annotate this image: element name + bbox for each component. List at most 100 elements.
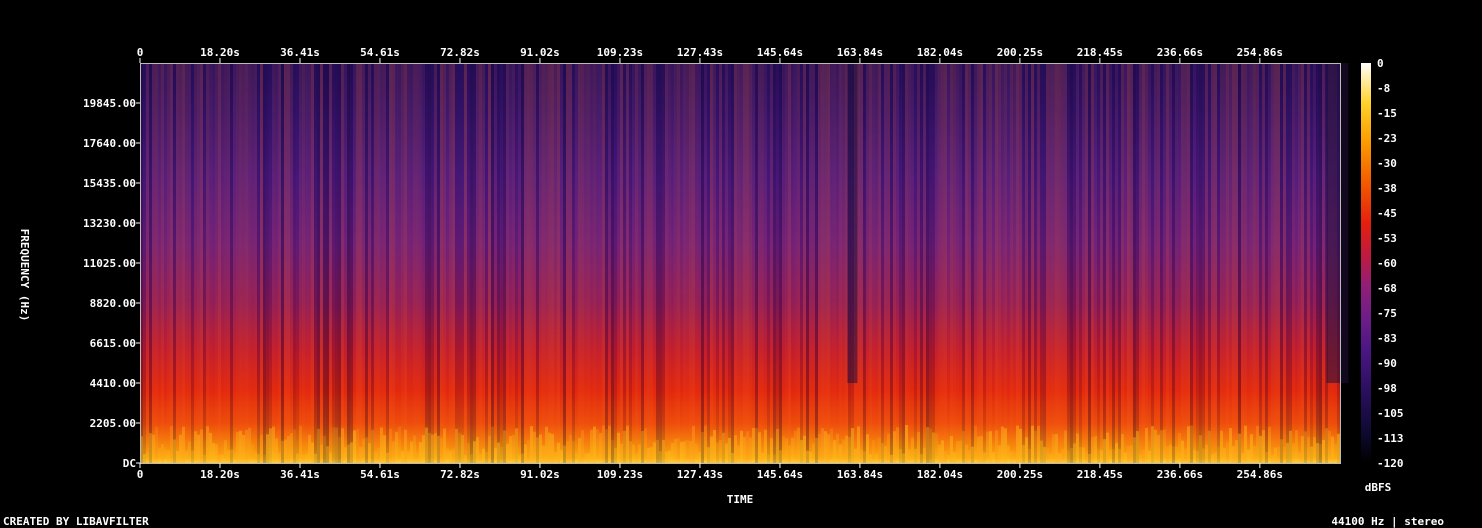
spectrogram-column (260, 63, 263, 463)
spectrogram-column (1037, 63, 1040, 463)
spectrogram-column (1238, 63, 1241, 463)
spectrogram-low-band (1244, 425, 1247, 463)
spectrogram-low-band (989, 431, 992, 463)
spectrogram-column (857, 63, 860, 463)
spectrogram-low-band (272, 426, 275, 463)
spectrogram-column (983, 63, 986, 463)
spectrogram-column (557, 63, 560, 463)
x-tick-label-bottom: 254.86s (1237, 468, 1283, 481)
y-axis: DC 2205.00 4410.00 6615.00 8820.00 11025.00 13… (83, 97, 140, 470)
spectrogram-low-band (1085, 452, 1088, 463)
spectrogram-column (821, 63, 824, 463)
spectrogram-column (1244, 63, 1247, 463)
spectrogram-column (824, 63, 827, 463)
spectrogram-column (569, 63, 572, 463)
spectrogram-low-band (1256, 425, 1259, 463)
spectrogram-low-band (1187, 426, 1190, 463)
x-tick-label-top: 91.02s (520, 46, 560, 59)
spectrogram-column (1151, 63, 1154, 463)
spectrogram-low-band (812, 443, 815, 463)
spectrogram-low-band (410, 441, 413, 463)
spectrogram-column (509, 63, 512, 463)
spectrogram-low-band (377, 447, 380, 463)
spectrogram-column (359, 63, 362, 463)
spectrogram-column (188, 63, 191, 463)
spectrogram-column (860, 63, 863, 463)
spectrogram-column (863, 63, 866, 463)
spectrogram-column (575, 63, 578, 463)
spectrogram-column (173, 63, 176, 463)
spectrogram-low-band (1118, 448, 1121, 463)
spectrogram-column (275, 63, 278, 463)
spectrogram-low-band (200, 429, 203, 463)
spectrogram-column (1001, 63, 1004, 463)
spectrogram-column (1205, 63, 1208, 463)
spectrogram-column (1232, 63, 1235, 463)
spectrogram-column (941, 63, 944, 463)
spectrogram-low-band (596, 429, 599, 463)
spectrogram-low-band (1229, 428, 1232, 463)
spectrogram-low-band (638, 444, 641, 463)
spectrogram-column (668, 63, 671, 463)
spectrogram-column (605, 63, 608, 463)
spectrogram-low-band (311, 442, 314, 463)
spectrogram-low-band (1061, 449, 1064, 463)
spectrogram-low-band (281, 440, 284, 463)
x-tick-label-bottom: 36.41s (280, 468, 320, 481)
colorbar-tick-label: -68 (1377, 282, 1397, 295)
spectrogram-column (1148, 63, 1151, 463)
spectrogram-column (773, 63, 776, 463)
spectrogram-low-band (683, 441, 686, 463)
spectrogram-column (251, 63, 254, 463)
spectrogram-column (1130, 63, 1133, 463)
spectrogram-low-band (191, 450, 194, 463)
spectrogram-column (530, 63, 533, 463)
spectrogram-column (422, 63, 425, 463)
spectrogram-low-band (653, 442, 656, 463)
spectrogram-low-band (1121, 433, 1124, 463)
spectrogram-column (485, 63, 488, 463)
spectrogram-column (452, 63, 455, 463)
spectrogram-column (500, 63, 503, 463)
x-tick-label-bottom: 0 (137, 468, 144, 481)
spectrogram-low-band (170, 425, 173, 463)
spectrogram-low-band (1001, 426, 1004, 463)
spectrogram-low-band (1241, 453, 1244, 463)
spectrogram-column (914, 63, 917, 463)
spectrogram-column (779, 63, 782, 463)
spectrogram-low-band (1199, 435, 1202, 463)
spectrogram-column (782, 63, 785, 463)
spectrogram-column (527, 63, 530, 463)
spectrogram-low-band (1124, 452, 1127, 463)
spectrogram-low-band (575, 453, 578, 463)
spectrogram-low-band (1025, 437, 1028, 463)
x-tick-label-bottom: 72.82s (440, 468, 480, 481)
spectrogram-low-band (353, 430, 356, 463)
spectrogram-column (1295, 63, 1298, 463)
spectrogram-low-band (284, 439, 287, 463)
spectrogram-column (1004, 63, 1007, 463)
spectrogram-column (563, 63, 566, 463)
spectrogram-low-band (383, 435, 386, 463)
spectrogram-column (680, 63, 683, 463)
spectrogram-low-band (221, 454, 224, 463)
spectrogram-low-band (464, 454, 467, 463)
spectrogram-column (503, 63, 506, 463)
spectrogram-low-band (485, 452, 488, 463)
spectrogram-low-band (488, 435, 491, 463)
spectrogram-column (1283, 63, 1286, 463)
spectrogram-column (1100, 63, 1103, 463)
spectrogram-low-band (434, 433, 437, 463)
spectrogram-low-band (167, 450, 170, 463)
spectrogram-low-band (830, 428, 833, 463)
spectrogram-low-band (251, 443, 254, 463)
colorbar-tick-label: -53 (1377, 232, 1397, 245)
spectrogram-column (239, 63, 242, 463)
spectrogram-low-band (455, 428, 458, 463)
spectrogram-low-band (1205, 444, 1208, 463)
spectrogram-low-band (1022, 445, 1025, 463)
colorbar-tick-label: -45 (1377, 207, 1397, 220)
spectrogram-column (1019, 63, 1022, 463)
spectrogram-column (197, 63, 200, 463)
spectrogram-column (803, 63, 806, 463)
